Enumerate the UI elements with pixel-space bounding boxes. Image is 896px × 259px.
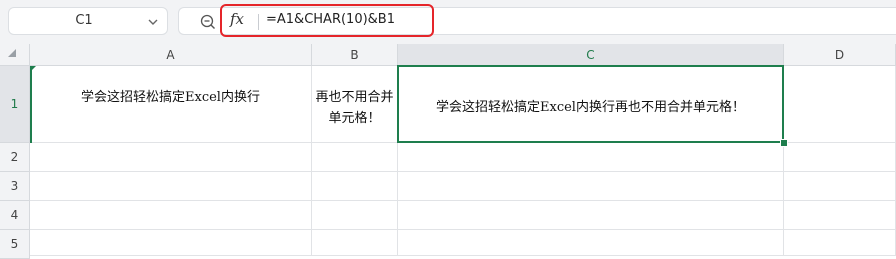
cell-c4[interactable]: [398, 201, 784, 230]
column-header-d[interactable]: D: [784, 44, 896, 66]
formula-highlight-box: [220, 4, 434, 37]
chevron-down-icon[interactable]: [147, 16, 159, 28]
cell-d1[interactable]: [784, 66, 896, 143]
cell-b5[interactable]: [312, 230, 398, 256]
row-header-4[interactable]: 4: [0, 201, 30, 230]
cell-a4[interactable]: [30, 201, 312, 230]
column-header-c[interactable]: C: [398, 44, 784, 66]
row-header-5[interactable]: 5: [0, 230, 30, 259]
select-all-icon: [8, 49, 16, 57]
name-box[interactable]: C1: [8, 7, 168, 35]
fill-handle[interactable]: [780, 139, 788, 147]
cell-a1-edge-marker: [30, 66, 32, 143]
cell-a1-corner-flag: [30, 66, 36, 72]
column-header-a[interactable]: A: [30, 44, 312, 66]
row-header-3[interactable]: 3: [0, 172, 30, 201]
row-header-2[interactable]: 2: [0, 143, 30, 172]
zoom-icon[interactable]: [200, 14, 216, 30]
row-header-1[interactable]: 1: [0, 66, 30, 143]
cell-a1-text: 学会这招轻松搞定Excel内换行: [81, 90, 260, 105]
cell-b3[interactable]: [312, 172, 398, 201]
name-box-value: C1: [75, 13, 93, 28]
cell-c1-text: 学会这招轻松搞定Excel内换行再也不用合并单元格！: [436, 100, 745, 115]
cell-c3[interactable]: [398, 172, 784, 201]
cell-c5[interactable]: [398, 230, 784, 256]
cell-b1-line2: 单元格！: [328, 111, 381, 126]
cell-a3[interactable]: [30, 172, 312, 201]
cell-b1[interactable]: 再也不用合并 单元格！: [312, 66, 398, 143]
cell-d3[interactable]: [784, 172, 896, 201]
cell-c1[interactable]: 学会这招轻松搞定Excel内换行再也不用合并单元格！: [398, 66, 784, 143]
cell-d5[interactable]: [784, 230, 896, 256]
cell-c2[interactable]: [398, 143, 784, 172]
cell-b2[interactable]: [312, 143, 398, 172]
column-header-b[interactable]: B: [312, 44, 398, 66]
cell-d2[interactable]: [784, 143, 896, 172]
cell-a2[interactable]: [30, 143, 312, 172]
cell-a5[interactable]: [30, 230, 312, 256]
cell-a1[interactable]: 学会这招轻松搞定Excel内换行: [30, 66, 312, 143]
cell-d4[interactable]: [784, 201, 896, 230]
cell-b1-line1: 再也不用合并: [315, 90, 394, 105]
cell-b4[interactable]: [312, 201, 398, 230]
